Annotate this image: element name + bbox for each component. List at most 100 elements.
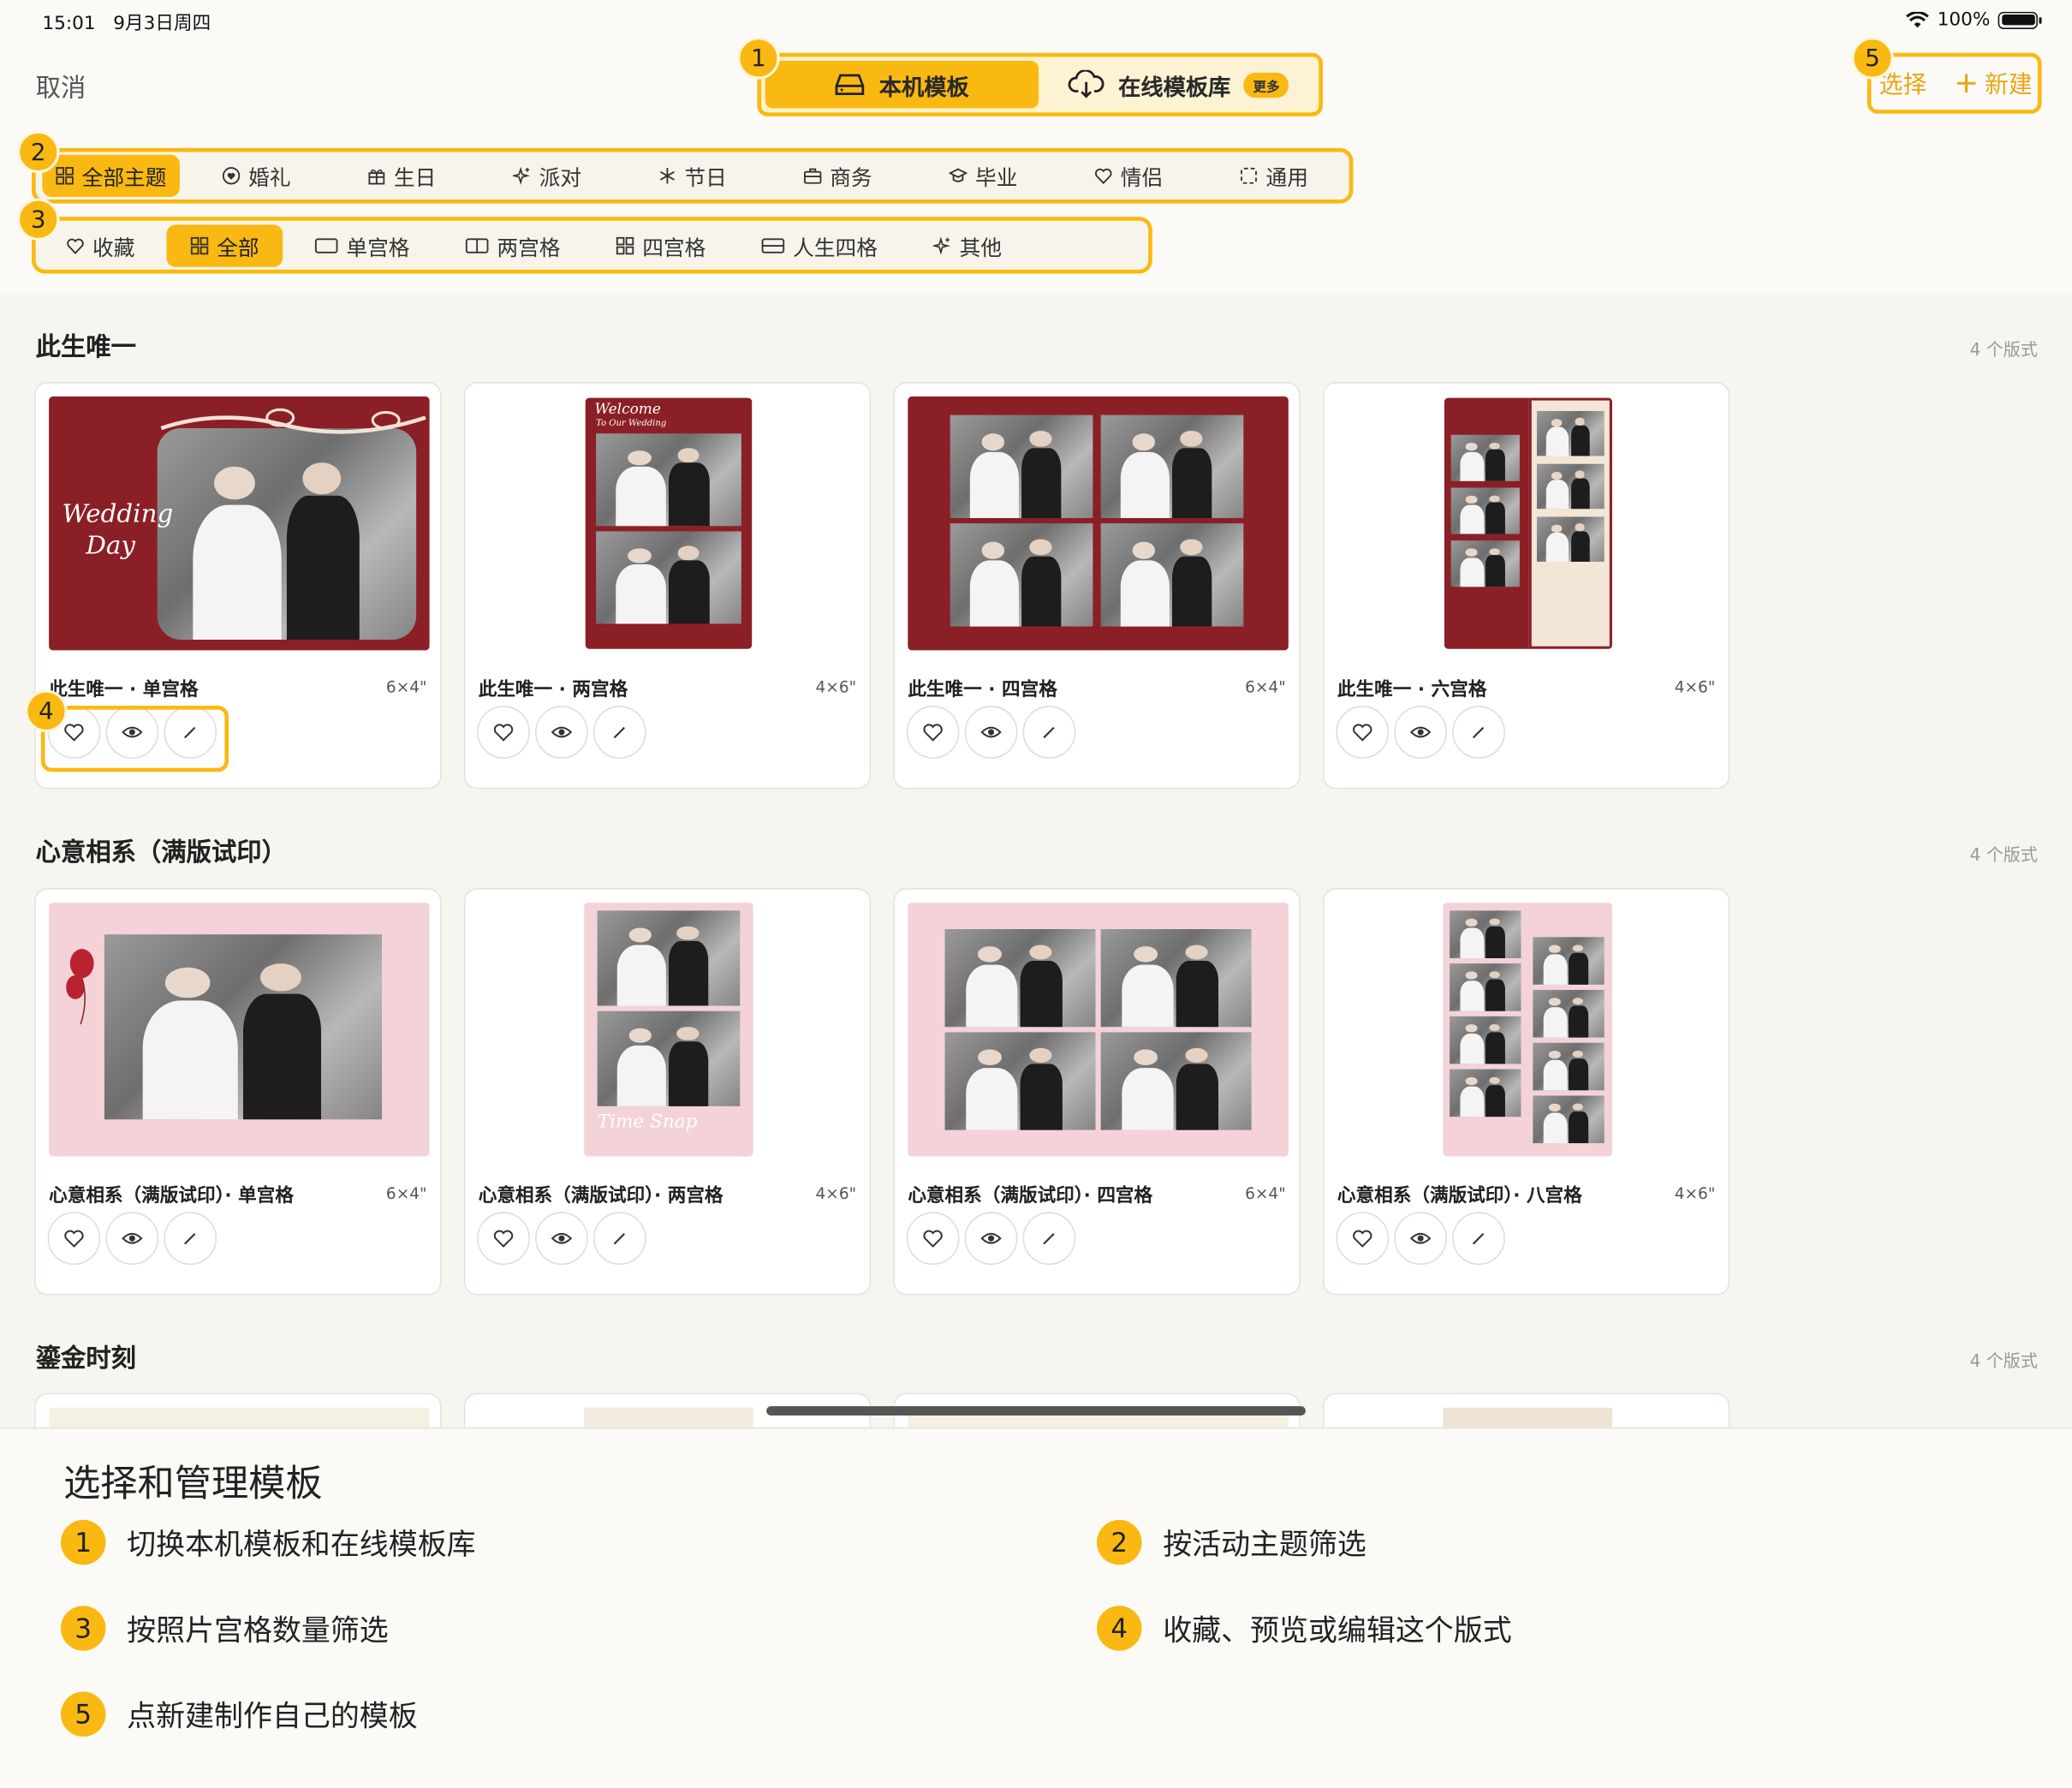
sparkle-icon	[512, 166, 532, 185]
favorite-button[interactable]	[906, 706, 960, 759]
card-actions	[906, 706, 1076, 759]
template-name: 心意相系（满版试印）· 八宫格	[1337, 1185, 1582, 1207]
edit-button[interactable]	[1022, 706, 1076, 759]
quad-frame-icon	[616, 235, 634, 254]
dashed-square-icon	[1240, 166, 1259, 185]
status-bar-time: 15:01 9月3日周四	[42, 13, 211, 35]
template-size: 4×6"	[1674, 1183, 1716, 1203]
photo-slot	[1450, 540, 1520, 587]
favorite-button[interactable]	[1336, 1212, 1390, 1266]
chip-layout-double[interactable]: 两宫格	[442, 224, 585, 266]
eye-icon	[980, 726, 1002, 738]
chip-theme-birthday[interactable]: 生日	[333, 155, 471, 197]
photo-slot	[1536, 463, 1605, 510]
template-card[interactable]	[1322, 1392, 1730, 1429]
eye-icon	[980, 1232, 1002, 1244]
template-card[interactable]: Welcome To Our Wedding 此生唯一 · 两宫格 4×6"	[463, 382, 872, 790]
chip-layout-life-four[interactable]: 人生四格	[737, 224, 901, 266]
preview-button[interactable]	[1394, 1212, 1448, 1266]
favorite-button[interactable]	[47, 1212, 101, 1266]
photo-slot	[1533, 1095, 1605, 1144]
template-card[interactable]: 此生唯一 · 六宫格 4×6"	[1322, 382, 1730, 790]
edit-button[interactable]	[1022, 1212, 1076, 1266]
chip-layout-all[interactable]: 全部	[166, 224, 283, 266]
edit-button[interactable]	[1452, 706, 1505, 759]
favorite-button[interactable]	[906, 1212, 960, 1266]
new-template-button[interactable]: 新建	[1956, 66, 2033, 100]
battery-icon	[1998, 11, 2042, 29]
eye-icon	[551, 726, 573, 738]
template-name: 心意相系（满版试印）· 两宫格	[478, 1185, 723, 1207]
photo-slot	[1536, 410, 1605, 456]
cloud-download-icon	[1069, 69, 1104, 98]
favorite-button[interactable]	[477, 706, 530, 759]
header-right-actions: 选择 新建	[1867, 52, 2042, 114]
favorite-button[interactable]	[477, 1212, 530, 1266]
heart-icon	[493, 724, 514, 742]
template-card[interactable]	[34, 1392, 442, 1429]
preview-button[interactable]	[964, 1212, 1018, 1266]
chip-layout-other[interactable]: 其他	[909, 224, 1026, 266]
chip-layout-quad[interactable]: 四宫格	[592, 224, 730, 266]
edit-button[interactable]	[592, 1212, 646, 1266]
chip-theme-graduation[interactable]: 毕业	[914, 155, 1052, 197]
section-title: 鎏金时刻	[35, 1344, 136, 1374]
chip-theme-party[interactable]: 派对	[479, 155, 616, 197]
template-name: 此生唯一 · 两宫格	[478, 679, 628, 701]
template-card[interactable]: 心意相系（满版试印）· 八宫格 4×6"	[1322, 888, 1730, 1296]
chip-theme-couple[interactable]: 情侣	[1060, 155, 1198, 197]
chip-layout-favorites[interactable]: 收藏	[42, 224, 158, 266]
grid-icon	[190, 235, 209, 254]
favorite-button[interactable]	[1336, 706, 1390, 759]
heart-icon	[493, 1230, 514, 1248]
edit-button[interactable]	[164, 1212, 217, 1266]
chip-theme-all[interactable]: 全部主题	[42, 154, 180, 197]
tab-local-templates[interactable]: 本机模板	[765, 60, 1039, 109]
template-name: 此生唯一 · 六宫格	[1337, 679, 1487, 701]
more-badge: 更多	[1243, 72, 1289, 98]
pencil-icon	[1473, 726, 1485, 738]
chip-theme-business[interactable]: 商务	[769, 155, 907, 197]
section-count: 4 个版式	[1969, 1351, 2038, 1373]
photo-slot	[596, 433, 741, 527]
preview-button[interactable]	[964, 706, 1018, 759]
template-card[interactable]: 心意相系（满版试印）· 单宫格 6×4"	[34, 888, 442, 1296]
photo-slot	[1100, 1032, 1252, 1130]
photo-slot	[1450, 487, 1520, 534]
section-title: 此生唯一	[35, 332, 136, 362]
template-card[interactable]: 心意相系（满版试印）· 四宫格 6×4"	[893, 888, 1301, 1296]
template-card[interactable]: Time Snap 心意相系（满版试印）· 两宫格 4×6"	[463, 888, 872, 1296]
app-root: 15:01 9月3日周四 100% 取消 本机模板 在线模板库 更多 选择 新建…	[0, 0, 2072, 1788]
preview-button[interactable]	[535, 1212, 588, 1266]
template-name: 此生唯一 · 单宫格	[49, 679, 199, 701]
chip-theme-general[interactable]: 通用	[1206, 155, 1343, 197]
edit-button[interactable]	[592, 706, 646, 759]
tab-online-library[interactable]: 在线模板库 更多	[1041, 60, 1315, 109]
highlight-card-actions	[40, 706, 229, 772]
thumbnail-title: Wedding	[62, 499, 174, 529]
guide-item: 3 按照片宫格数量筛选	[60, 1606, 389, 1651]
template-thumbnail	[49, 903, 430, 1157]
chip-layout-single[interactable]: 单宫格	[291, 224, 434, 266]
template-size: 4×6"	[1674, 677, 1716, 697]
card-actions	[1336, 706, 1505, 759]
guide-item: 1 切换本机模板和在线模板库	[60, 1519, 476, 1565]
eye-icon	[1409, 1232, 1432, 1244]
eye-icon	[551, 1232, 573, 1244]
template-thumbnail	[908, 396, 1289, 651]
callout-badge: 2	[17, 130, 60, 174]
thumbnail-subtitle: Day	[86, 531, 135, 561]
template-card[interactable]: 此生唯一 · 四宫格 6×4"	[893, 382, 1301, 790]
photo-slot	[1100, 523, 1244, 627]
preview-button[interactable]	[105, 1212, 159, 1266]
edit-button[interactable]	[1452, 1212, 1505, 1266]
pencil-icon	[613, 726, 626, 738]
photo-slot	[597, 1010, 741, 1106]
chip-theme-holiday[interactable]: 节日	[623, 155, 761, 197]
preview-button[interactable]	[535, 706, 588, 759]
cancel-button[interactable]: 取消	[36, 69, 86, 104]
chip-theme-wedding[interactable]: 婚礼	[188, 155, 325, 197]
template-size: 6×4"	[385, 1183, 427, 1203]
heart-icon	[1353, 724, 1372, 742]
preview-button[interactable]	[1394, 706, 1448, 759]
